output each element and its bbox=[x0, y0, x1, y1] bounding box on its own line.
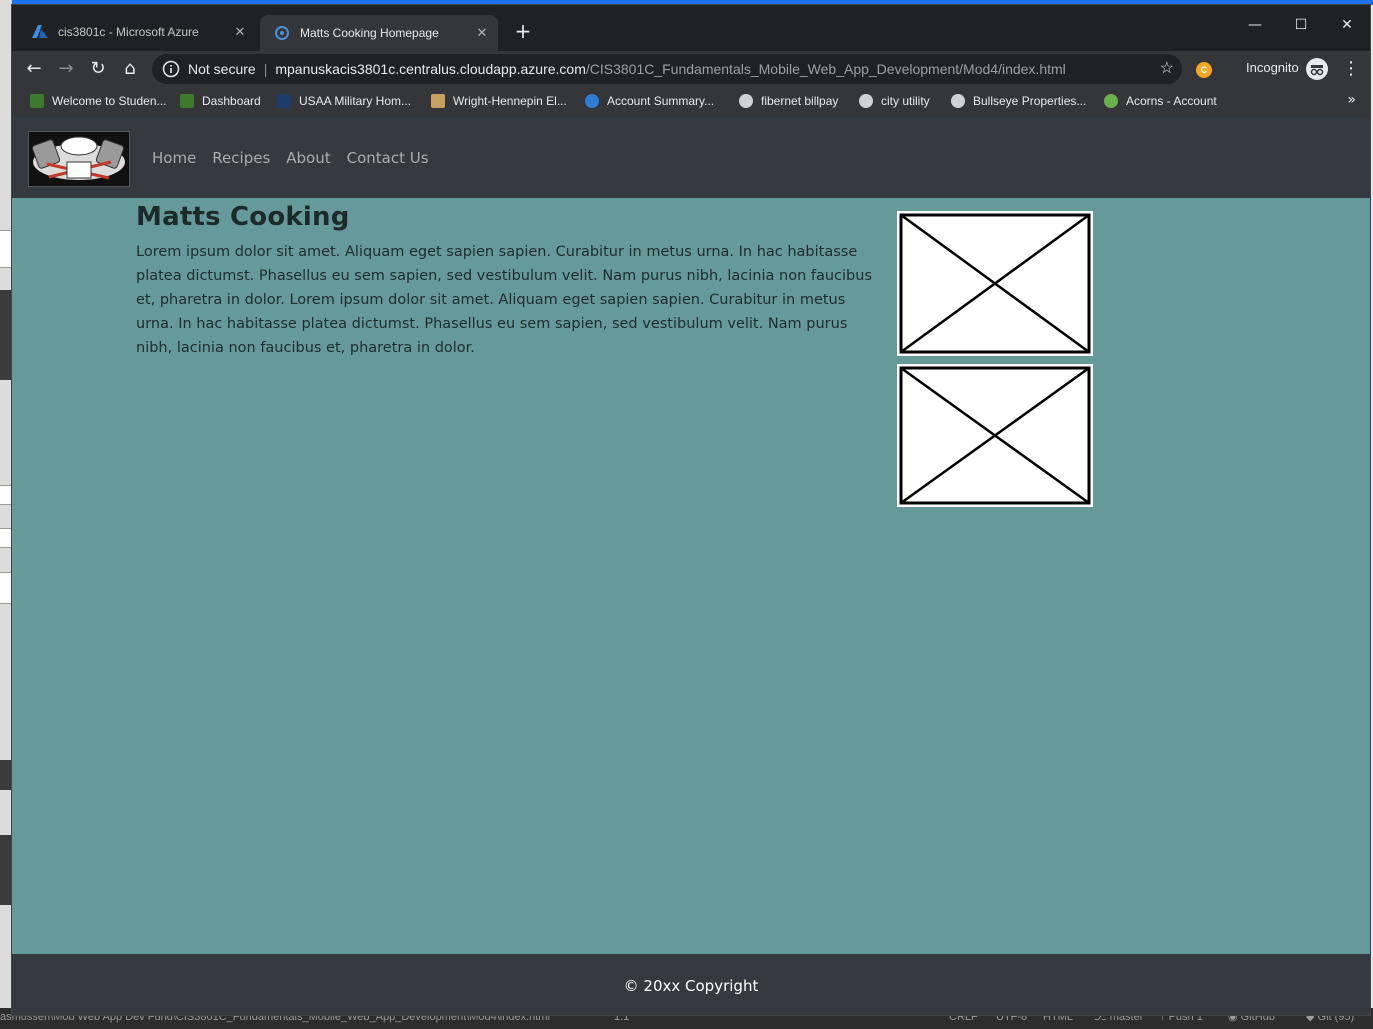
broken-image-icon bbox=[899, 213, 1091, 354]
incognito-icon[interactable] bbox=[1306, 58, 1328, 80]
nav-recipes[interactable]: Recipes bbox=[212, 149, 270, 167]
extension-icon[interactable]: C bbox=[1196, 62, 1212, 78]
new-tab-button[interactable]: + bbox=[512, 21, 534, 43]
bookmark-item[interactable]: city utility bbox=[859, 94, 930, 108]
forward-icon[interactable]: → bbox=[54, 57, 78, 81]
shield-icon bbox=[180, 94, 194, 108]
bookmark-label: Acorns - Account bbox=[1126, 94, 1217, 108]
bookmark-item[interactable]: Welcome to Studen... bbox=[30, 94, 167, 108]
bookmark-label: Welcome to Studen... bbox=[52, 94, 167, 108]
nav-contact[interactable]: Contact Us bbox=[347, 149, 429, 167]
tab-azure[interactable]: cis3801c - Microsoft Azure ✕ bbox=[18, 17, 256, 47]
browser-toolbar: ← → ↻ ⌂ Not secure | mpanuskacis3801c.ce… bbox=[12, 51, 1370, 87]
image-placeholder bbox=[897, 211, 1093, 356]
globe-icon bbox=[951, 94, 965, 108]
intro-paragraph: Lorem ipsum dolor sit amet. Aliquam eget… bbox=[136, 244, 873, 356]
utility-icon bbox=[431, 94, 445, 108]
copyright-text: © 20xx Copyright bbox=[623, 977, 759, 995]
globe-icon bbox=[739, 94, 753, 108]
tab-strip: cis3801c - Microsoft Azure ✕ Matts Cooki… bbox=[12, 5, 1370, 53]
address-separator: | bbox=[263, 61, 268, 77]
bookmark-label: city utility bbox=[881, 94, 930, 108]
bookmark-label: Account Summary... bbox=[607, 94, 715, 108]
image-placeholder bbox=[897, 364, 1093, 507]
tab-title: cis3801c - Microsoft Azure bbox=[58, 25, 199, 39]
bookmark-item[interactable]: fibernet billpay bbox=[739, 94, 838, 108]
info-icon[interactable] bbox=[162, 60, 180, 78]
close-window-button[interactable]: ✕ bbox=[1324, 11, 1370, 39]
bookmark-item[interactable]: Acorns - Account bbox=[1104, 94, 1217, 108]
nav-about[interactable]: About bbox=[286, 149, 330, 167]
site-footer: © 20xx Copyright bbox=[12, 954, 1370, 1015]
background-panel bbox=[0, 835, 12, 905]
bookmark-label: fibernet billpay bbox=[761, 94, 839, 108]
page-title: Matts Cooking bbox=[136, 202, 350, 232]
usaa-icon bbox=[277, 94, 291, 108]
main-content: Matts Cooking Lorem ipsum dolor sit amet… bbox=[136, 202, 876, 360]
background-panel bbox=[0, 485, 12, 505]
site-nav-links: Home Recipes About Contact Us bbox=[152, 149, 429, 167]
url-path: /CIS3801C_Fundamentals_Mobile_Web_App_De… bbox=[585, 61, 1066, 77]
page-viewport: Home Recipes About Contact Us Matts Cook… bbox=[12, 117, 1370, 1015]
close-icon[interactable]: ✕ bbox=[230, 24, 250, 40]
tab-matts-cooking[interactable]: Matts Cooking Homepage ✕ bbox=[260, 15, 498, 51]
bookmark-item[interactable]: Bullseye Properties... bbox=[951, 94, 1086, 108]
security-label: Not secure bbox=[188, 61, 256, 77]
menu-icon[interactable]: ⋮ bbox=[1342, 58, 1360, 80]
bookmark-item[interactable]: Account Summary... bbox=[585, 94, 714, 108]
address-bar[interactable]: Not secure | mpanuskacis3801c.centralus.… bbox=[152, 54, 1182, 84]
close-icon[interactable]: ✕ bbox=[472, 25, 492, 41]
bookmark-label: Dashboard bbox=[202, 94, 261, 108]
bookmark-star-icon[interactable]: ☆ bbox=[1160, 58, 1174, 78]
tab-title: Matts Cooking Homepage bbox=[300, 26, 439, 40]
bookmark-item[interactable]: Wright-Hennepin El... bbox=[431, 94, 567, 108]
background-panel bbox=[0, 290, 12, 380]
url-host: mpanuskacis3801c.centralus.cloudapp.azur… bbox=[275, 61, 586, 77]
site-navbar: Home Recipes About Contact Us bbox=[12, 117, 1370, 198]
background-panel bbox=[0, 760, 12, 790]
bookmarks-bar: Welcome to Studen... Dashboard USAA Mili… bbox=[12, 87, 1370, 118]
back-icon[interactable]: ← bbox=[22, 57, 46, 81]
nav-home[interactable]: Home bbox=[152, 149, 196, 167]
page-icon bbox=[274, 25, 290, 41]
bookmark-label: Wright-Hennepin El... bbox=[453, 94, 567, 108]
shield-icon bbox=[30, 94, 44, 108]
incognito-label: Incognito bbox=[1246, 60, 1299, 75]
background-panel bbox=[0, 528, 12, 548]
bookmark-label: USAA Military Hom... bbox=[299, 94, 412, 108]
site-logo[interactable] bbox=[28, 131, 130, 187]
globe-icon bbox=[859, 94, 873, 108]
azure-icon bbox=[32, 24, 48, 40]
acorn-icon bbox=[1104, 94, 1118, 108]
home-icon[interactable]: ⌂ bbox=[118, 57, 142, 81]
bookmark-item[interactable]: Dashboard bbox=[180, 94, 261, 108]
reload-icon[interactable]: ↻ bbox=[86, 57, 110, 81]
logo-graphic bbox=[31, 136, 125, 180]
bookmarks-overflow-button[interactable]: » bbox=[1347, 92, 1356, 108]
background-panel bbox=[0, 572, 12, 604]
browser-window: cis3801c - Microsoft Azure ✕ Matts Cooki… bbox=[12, 5, 1370, 1015]
broken-image-icon bbox=[899, 366, 1091, 505]
minimize-button[interactable]: — bbox=[1232, 11, 1278, 39]
maximize-button[interactable]: ☐ bbox=[1278, 11, 1324, 39]
globe-icon bbox=[585, 94, 599, 108]
background-app-edge bbox=[0, 0, 12, 1029]
bookmark-item[interactable]: USAA Military Hom... bbox=[277, 94, 411, 108]
bookmark-label: Bullseye Properties... bbox=[973, 94, 1087, 108]
background-panel bbox=[0, 230, 12, 268]
